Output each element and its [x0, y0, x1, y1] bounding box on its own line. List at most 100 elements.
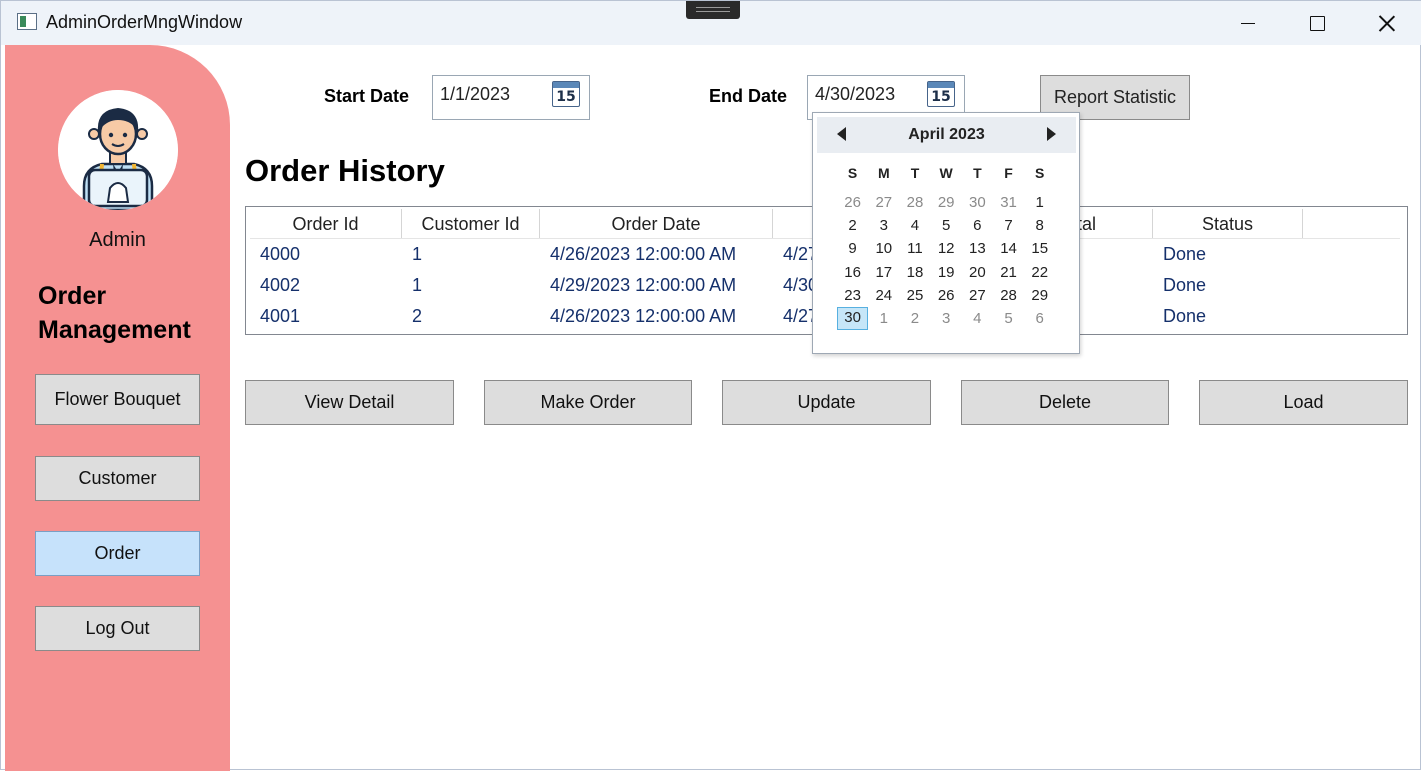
customer-button[interactable]: Customer [35, 456, 200, 501]
cell-customer-id: 2 [412, 306, 423, 326]
calendar-day[interactable]: 20 [962, 261, 993, 284]
view-detail-button[interactable]: View Detail [245, 380, 454, 425]
start-date-picker[interactable]: 1/1/2023 15 [432, 75, 590, 120]
calendar-icon[interactable]: 15 [552, 81, 580, 107]
calendar-day[interactable]: 1 [1024, 191, 1055, 214]
sidebar: Admin Order Management Flower Bouquet Cu… [5, 45, 230, 771]
calendar-icon-number: 15 [931, 89, 951, 105]
cell-order-date: 4/26/2023 12:00:00 AM [550, 244, 737, 264]
cell-status: Done [1163, 306, 1207, 326]
end-date-label: End Date [709, 86, 788, 106]
table-row[interactable]: 4001 2 4/26/2023 12:00:00 AM 4/27 Done [250, 301, 1303, 332]
weekday-label: F [1004, 165, 1013, 181]
calendar-day[interactable]: 4 [962, 307, 993, 330]
calendar-day[interactable]: 14 [993, 237, 1024, 260]
logout-button[interactable]: Log Out [35, 606, 200, 651]
app-window: AdminOrderMngWindow Admin Order Manageme… [0, 0, 1421, 771]
calendar-day[interactable]: 11 [899, 237, 930, 260]
close-icon [1379, 15, 1395, 31]
calendar-day[interactable]: 30 [962, 191, 993, 214]
cell-order-id: 4001 [260, 306, 301, 326]
load-button[interactable]: Load [1199, 380, 1408, 425]
cell-customer-id: 1 [412, 275, 423, 295]
calendar-day[interactable]: 17 [868, 261, 899, 284]
column-header-order-id[interactable]: Order Id [250, 209, 402, 239]
calendar-day[interactable]: 31 [993, 191, 1024, 214]
cell-order-date: 4/29/2023 12:00:00 AM [550, 275, 737, 295]
calendar-day[interactable]: 10 [868, 237, 899, 260]
weekday-label: M [877, 165, 890, 181]
table-row[interactable]: 4002 1 4/29/2023 12:00:00 AM 4/30 Done [250, 270, 1303, 301]
calendar-day[interactable]: 26 [837, 191, 868, 214]
title-bar[interactable]: AdminOrderMngWindow [1, 1, 1421, 45]
calendar-day[interactable]: 21 [993, 261, 1024, 284]
calendar-day[interactable]: 15 [1024, 237, 1055, 260]
calendar-day[interactable]: 3 [868, 214, 899, 237]
calendar-day[interactable]: 29 [931, 191, 962, 214]
maximize-icon [1309, 15, 1325, 31]
calendar-popup[interactable]: April 2023 S M T W T F S 26 27 28 29 30 31 1 2 3… [812, 112, 1080, 354]
snap-layout-handle[interactable] [686, 1, 740, 19]
calendar-day[interactable]: 2 [837, 214, 868, 237]
close-button[interactable] [1352, 1, 1421, 45]
calendar-day[interactable]: 25 [899, 284, 930, 307]
column-header-customer-id[interactable]: Customer Id [402, 209, 540, 239]
calendar-icon[interactable]: 15 [927, 81, 955, 107]
make-order-button[interactable]: Make Order [484, 380, 692, 425]
column-header-status[interactable]: Status [1153, 209, 1303, 239]
calendar-day[interactable]: 2 [899, 307, 930, 330]
minimize-button[interactable] [1213, 1, 1283, 45]
weekday-label: W [939, 165, 953, 181]
weekday-label: T [973, 165, 982, 181]
calendar-day[interactable]: 9 [837, 237, 868, 260]
cell-order-id: 4000 [260, 244, 301, 264]
calendar-month-label[interactable]: April 2023 [817, 126, 1076, 144]
order-button[interactable]: Order [35, 531, 200, 576]
calendar-day[interactable]: 23 [837, 284, 868, 307]
minimize-icon [1241, 22, 1255, 24]
calendar-day[interactable]: 28 [993, 284, 1024, 307]
calendar-day[interactable]: 28 [899, 191, 930, 214]
calendar-day[interactable]: 19 [931, 261, 962, 284]
calendar-day[interactable]: 26 [931, 284, 962, 307]
cell-order-id: 4002 [260, 275, 301, 295]
cell-status: Done [1163, 275, 1207, 295]
section-title: Order Management [38, 282, 191, 344]
calendar-day-selected[interactable]: 30 [837, 306, 869, 331]
calendar-day[interactable]: 8 [1024, 214, 1055, 237]
update-button[interactable]: Update [722, 380, 931, 425]
calendar-day[interactable]: 27 [962, 284, 993, 307]
calendar-day[interactable]: 6 [1024, 307, 1055, 330]
calendar-day[interactable]: 22 [1024, 261, 1055, 284]
table-row[interactable]: 4000 1 4/26/2023 12:00:00 AM 4/27 Done [250, 239, 1303, 270]
grid-header: Order Id Customer Id Order Date tal Stat… [250, 209, 1303, 239]
cell-status: Done [1163, 244, 1207, 264]
calendar-day[interactable]: 27 [868, 191, 899, 214]
calendar-day[interactable]: 18 [899, 261, 930, 284]
app-icon [17, 13, 37, 30]
flower-bouquet-button[interactable]: Flower Bouquet [35, 374, 200, 425]
next-month-icon[interactable] [1047, 127, 1056, 141]
end-date-value[interactable]: 4/30/2023 [815, 84, 895, 105]
delete-button[interactable]: Delete [961, 380, 1169, 425]
column-header-order-date[interactable]: Order Date [540, 209, 773, 239]
calendar-day[interactable]: 5 [993, 307, 1024, 330]
calendar-day[interactable]: 29 [1024, 284, 1055, 307]
calendar-day[interactable]: 12 [931, 237, 962, 260]
calendar-day[interactable]: 13 [962, 237, 993, 260]
calendar-day[interactable]: 16 [837, 261, 868, 284]
maximize-button[interactable] [1282, 1, 1352, 45]
calendar-day[interactable]: 7 [993, 214, 1024, 237]
calendar-day[interactable]: 4 [899, 214, 930, 237]
start-date-value[interactable]: 1/1/2023 [440, 84, 510, 105]
calendar-day[interactable]: 24 [868, 284, 899, 307]
calendar-day[interactable]: 3 [931, 307, 962, 330]
calendar-weekday-row: S M T W T F S [837, 165, 1055, 181]
calendar-day[interactable]: 6 [962, 214, 993, 237]
calendar-day[interactable]: 5 [931, 214, 962, 237]
calendar-icon-number: 15 [556, 89, 576, 105]
cell-order-date: 4/26/2023 12:00:00 AM [550, 306, 737, 326]
weekday-label: S [1035, 165, 1045, 181]
cell-customer-id: 1 [412, 244, 423, 264]
calendar-day[interactable]: 1 [868, 307, 899, 330]
